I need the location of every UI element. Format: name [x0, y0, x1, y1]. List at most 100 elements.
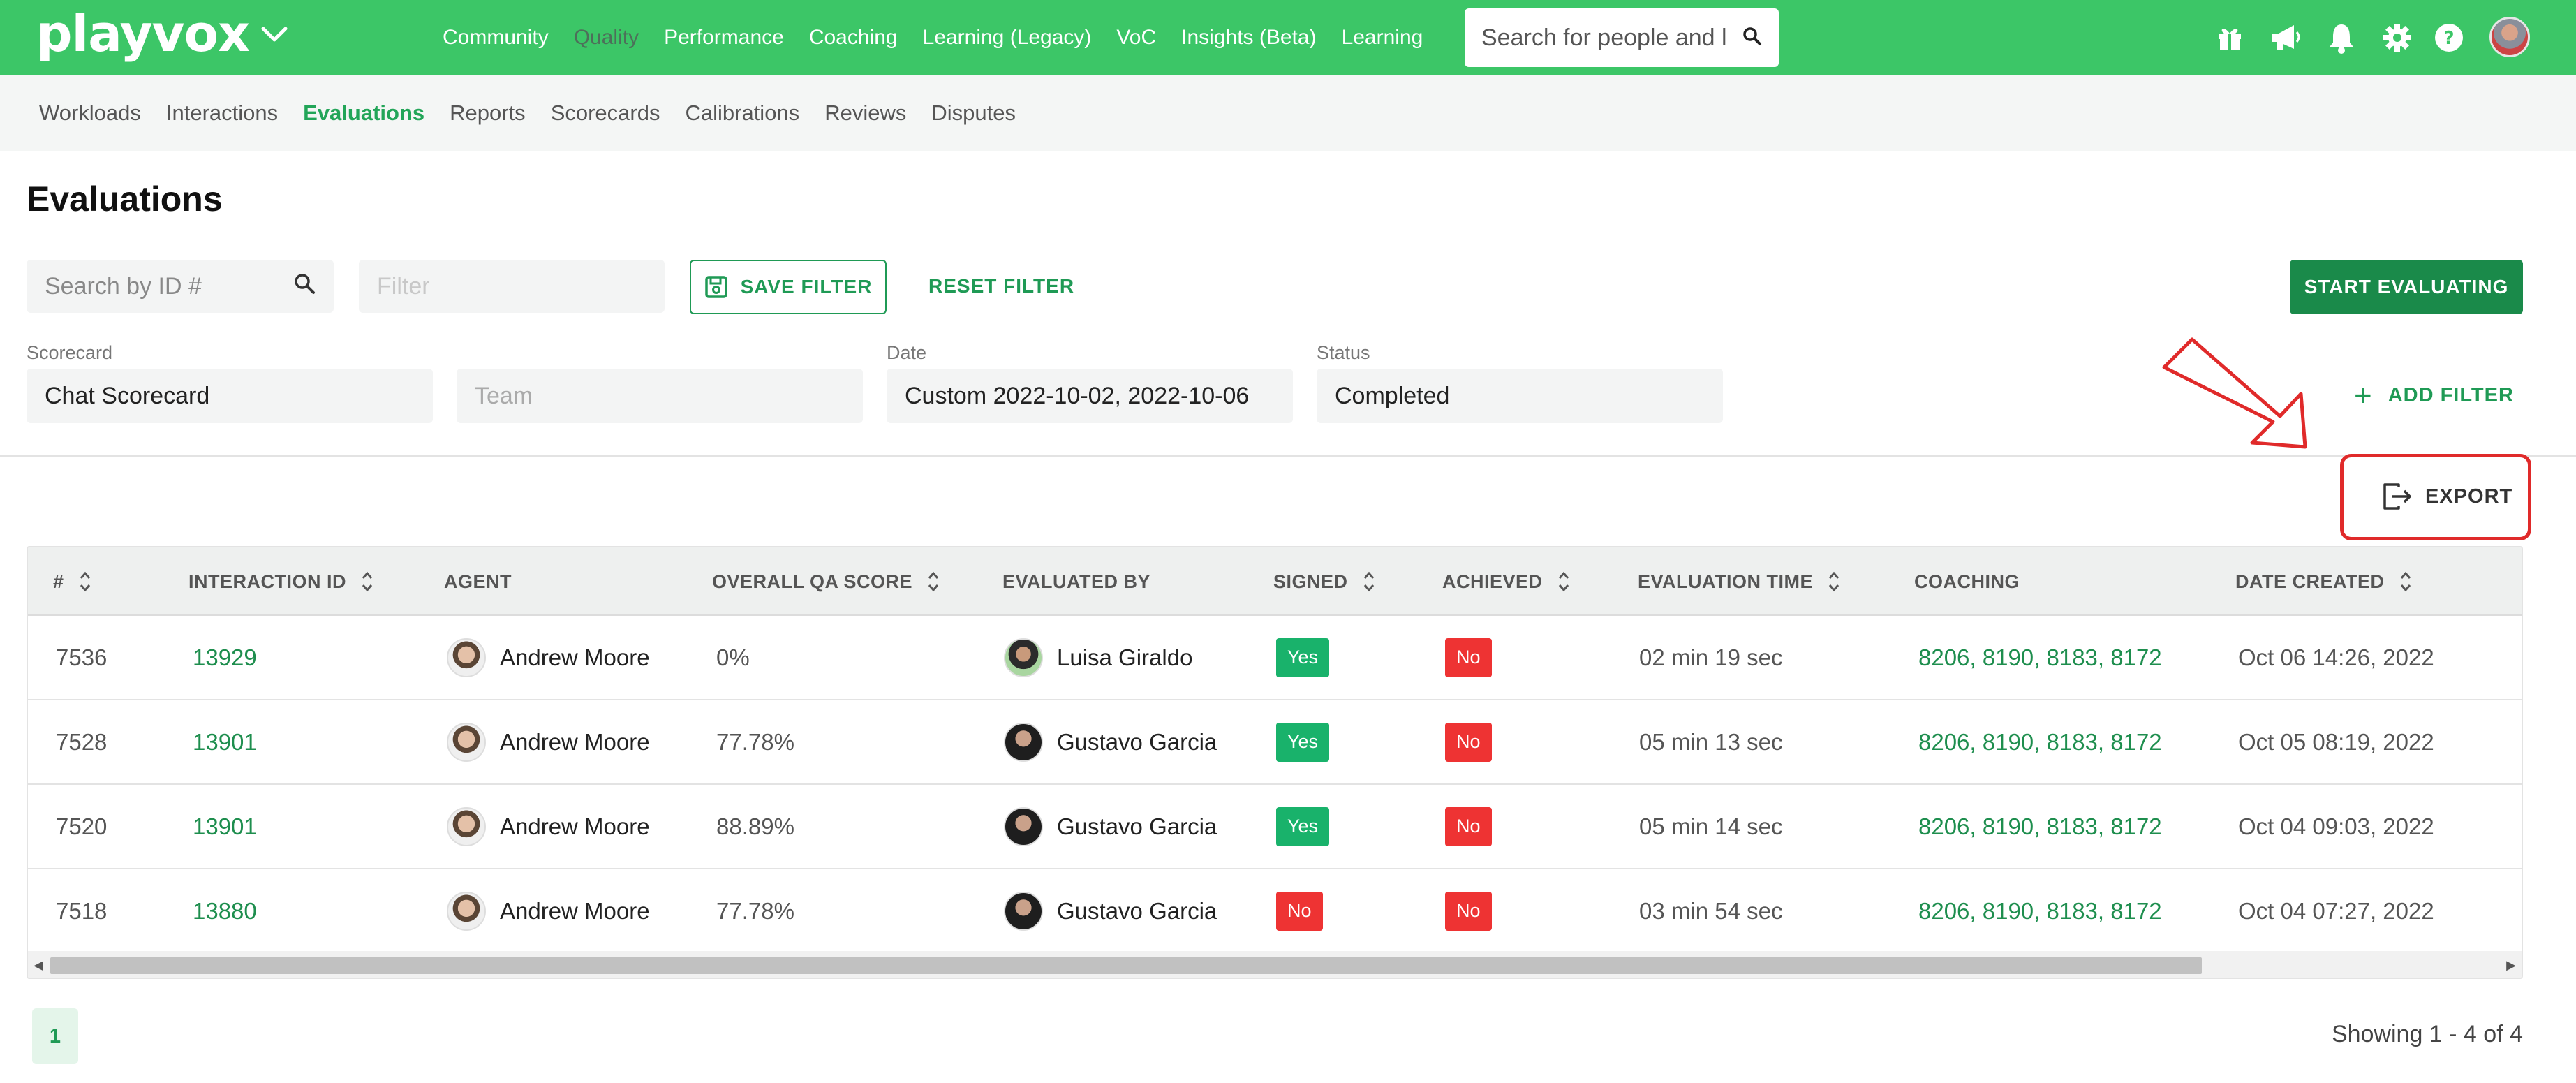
col-interaction-id-label: INTERACTION ID	[188, 570, 346, 592]
subnav-evaluations[interactable]: Evaluations	[303, 101, 424, 126]
col-coaching: COACHING	[1914, 547, 2020, 616]
scorecard-value: Chat Scorecard	[45, 382, 210, 409]
annotation-arrow	[2162, 337, 2307, 449]
start-evaluating-button[interactable]: START EVALUATING	[2290, 260, 2523, 314]
coaching-links[interactable]: 8206, 8190, 8183, 8172	[1918, 785, 2162, 868]
col-signed[interactable]: SIGNED	[1273, 547, 1375, 616]
nav-voc[interactable]: VoC	[1116, 26, 1156, 50]
achieved-badge: No	[1445, 722, 1492, 762]
divider	[0, 455, 2576, 457]
agent-name: Andrew Moore	[500, 897, 650, 924]
cell-evaluated-by: Gustavo Garcia	[1004, 869, 1217, 952]
nav-learning[interactable]: Learning	[1342, 26, 1423, 50]
id-search-input[interactable]	[45, 272, 268, 300]
col-date-created[interactable]: DATE CREATED	[2235, 547, 2411, 616]
subnav-scorecards[interactable]: Scorecards	[551, 101, 660, 126]
col-number[interactable]: #	[53, 547, 91, 616]
interaction-id-link[interactable]: 13901	[193, 700, 257, 783]
subnav-calibrations[interactable]: Calibrations	[685, 101, 799, 126]
cell-evaluated-by: Gustavo Garcia	[1004, 785, 1217, 868]
cell-achieved: No	[1445, 785, 1492, 868]
table-row[interactable]: 7520 13901 Andrew Moore 88.89% Gustavo G…	[28, 785, 2522, 869]
avatar	[447, 722, 486, 762]
col-overall-qa-score[interactable]: OVERALL QA SCORE	[712, 547, 939, 616]
col-coaching-label: COACHING	[1914, 570, 2020, 592]
bell-icon[interactable]	[2325, 21, 2358, 54]
global-search-input[interactable]	[1481, 24, 1726, 52]
table-row[interactable]: 7518 13880 Andrew Moore 77.78% Gustavo G…	[28, 869, 2522, 954]
search-icon[interactable]	[1742, 27, 1762, 50]
interaction-id-link[interactable]: 13901	[193, 785, 257, 868]
col-achieved[interactable]: ACHIEVED	[1442, 547, 1569, 616]
cell-evaluated-by: Gustavo Garcia	[1004, 700, 1217, 783]
avatar	[1004, 722, 1043, 762]
nav-community[interactable]: Community	[443, 26, 549, 50]
col-evaluation-time[interactable]: EVALUATION TIME	[1638, 547, 1840, 616]
subnav-workloads[interactable]: Workloads	[39, 101, 141, 126]
team-select[interactable]: Team	[457, 369, 863, 423]
sort-icon[interactable]	[2400, 570, 2411, 594]
cell-signed: Yes	[1276, 700, 1330, 783]
scroll-left-icon[interactable]: ◀	[28, 951, 49, 978]
scrollbar-thumb[interactable]	[50, 957, 2202, 974]
filter-input[interactable]	[377, 272, 642, 300]
export-button[interactable]: EXPORT	[2382, 482, 2512, 511]
sort-icon[interactable]	[928, 570, 939, 594]
avatar	[447, 891, 486, 931]
subnav-disputes[interactable]: Disputes	[931, 101, 1016, 126]
col-number-label: #	[53, 570, 64, 592]
gift-icon[interactable]	[2213, 21, 2246, 54]
evaluator-name: Gustavo Garcia	[1057, 813, 1217, 839]
evaluator-name: Gustavo Garcia	[1057, 728, 1217, 755]
date-select[interactable]: Custom 2022-10-02, 2022-10-06	[887, 369, 1293, 423]
save-filter-button[interactable]: SAVE FILTER	[690, 260, 887, 314]
main-nav: Community Quality Performance Coaching L…	[443, 0, 1448, 75]
coaching-links[interactable]: 8206, 8190, 8183, 8172	[1918, 869, 2162, 952]
sort-icon[interactable]	[1558, 570, 1569, 594]
gear-icon[interactable]	[2381, 21, 2414, 54]
megaphone-icon[interactable]	[2269, 21, 2302, 54]
reset-filter-button[interactable]: RESET FILTER	[928, 275, 1074, 297]
chevron-down-icon[interactable]	[260, 25, 288, 47]
subnav-reviews[interactable]: Reviews	[824, 101, 906, 126]
horizontal-scrollbar[interactable]: ◀ ▶	[28, 951, 2522, 978]
search-icon[interactable]	[293, 272, 316, 301]
avatar	[1004, 891, 1043, 931]
table-row[interactable]: 7536 13929 Andrew Moore 0% Luisa Giraldo…	[28, 616, 2522, 700]
cell-number: 7528	[56, 728, 108, 755]
help-icon[interactable]: ?	[2432, 21, 2466, 54]
coaching-links[interactable]: 8206, 8190, 8183, 8172	[1918, 700, 2162, 783]
sort-icon[interactable]	[1363, 570, 1375, 594]
playvox-logo[interactable]: playvox	[36, 6, 288, 61]
id-search-box	[27, 260, 334, 313]
sort-icon[interactable]	[362, 570, 373, 594]
add-filter-button[interactable]: + ADD FILTER	[2354, 380, 2514, 411]
cell-date-created: Oct 04 09:03, 2022	[2238, 813, 2434, 839]
nav-performance[interactable]: Performance	[664, 26, 784, 50]
nav-quality[interactable]: Quality	[574, 26, 639, 50]
col-date-created-label: DATE CREATED	[2235, 570, 2385, 592]
nav-learning-legacy[interactable]: Learning (Legacy)	[923, 26, 1092, 50]
subnav-reports[interactable]: Reports	[450, 101, 526, 126]
interaction-id-link[interactable]: 13929	[193, 616, 257, 699]
cell-agent: Andrew Moore	[447, 869, 650, 952]
coaching-links[interactable]: 8206, 8190, 8183, 8172	[1918, 616, 2162, 699]
table-row[interactable]: 7528 13901 Andrew Moore 77.78% Gustavo G…	[28, 700, 2522, 785]
page-button-1[interactable]: 1	[32, 1008, 78, 1064]
achieved-badge: No	[1445, 806, 1492, 846]
page-title: Evaluations	[27, 179, 223, 219]
status-select[interactable]: Completed	[1317, 369, 1723, 423]
filter-box	[359, 260, 665, 313]
nav-insights-beta[interactable]: Insights (Beta)	[1181, 26, 1316, 50]
sort-icon[interactable]	[1828, 570, 1840, 594]
quality-sub-nav: Workloads Interactions Evaluations Repor…	[0, 75, 2576, 151]
col-interaction-id[interactable]: INTERACTION ID	[188, 547, 373, 616]
nav-coaching[interactable]: Coaching	[809, 26, 898, 50]
top-bar: playvox Community Quality Performance Co…	[0, 0, 2576, 75]
user-avatar[interactable]	[2489, 17, 2530, 57]
scorecard-select[interactable]: Chat Scorecard	[27, 369, 433, 423]
subnav-interactions[interactable]: Interactions	[166, 101, 278, 126]
interaction-id-link[interactable]: 13880	[193, 869, 257, 952]
scroll-right-icon[interactable]: ▶	[2501, 951, 2522, 978]
sort-icon[interactable]	[80, 570, 91, 594]
